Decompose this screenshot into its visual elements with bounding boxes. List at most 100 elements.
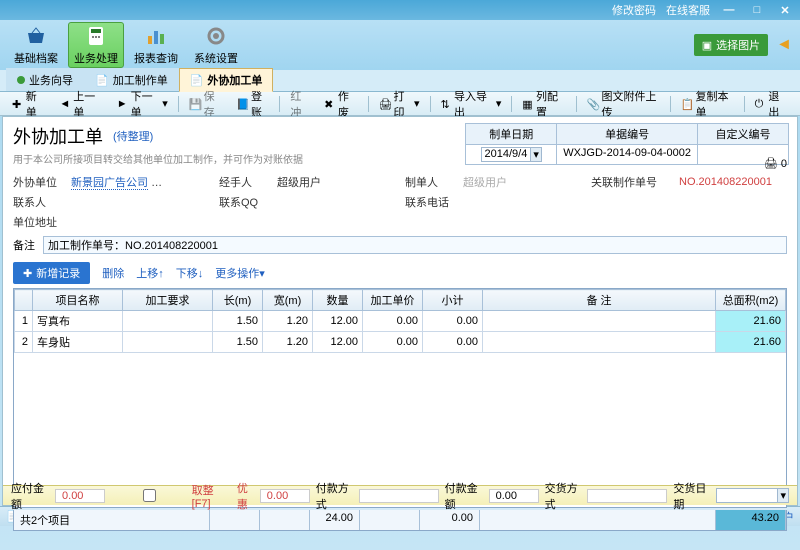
discount-value[interactable]: 0.00 (260, 489, 310, 503)
image-icon: ▣ (702, 39, 712, 52)
cols-icon: ▦ (522, 98, 533, 110)
col-area[interactable]: 总面积(m2) (716, 290, 786, 311)
barchart-icon (144, 24, 168, 48)
change-password-link[interactable]: 修改密码 (612, 2, 656, 18)
announce-icon[interactable]: ◄ (776, 36, 792, 54)
col-req[interactable]: 加工要求 (123, 290, 213, 311)
calculator-icon (84, 24, 108, 48)
col-index[interactable] (15, 290, 33, 311)
col-memo[interactable]: 备 注 (483, 290, 716, 311)
exit-icon: ⏻ (755, 98, 766, 110)
ribbon-report[interactable]: 报表查询 (128, 22, 184, 68)
io-icon: ⇅ (440, 98, 451, 110)
paymode-label: 付款方式 (316, 480, 355, 512)
sum-area: 43.20 (716, 510, 786, 530)
memo-input[interactable] (43, 236, 787, 254)
doc-toolbar: ✚新单 ◄上一单 ►下一单▾ 💾保存 📘登账 红冲 ✖作废 🖨打印▾ ⇅导入导出… (0, 92, 800, 116)
vendor-label: 外协单位 (13, 174, 63, 190)
ribbon-business[interactable]: 业务处理 (68, 22, 124, 68)
contact-label: 联系人 (13, 194, 63, 210)
save-icon: 💾 (189, 98, 201, 110)
col-price[interactable]: 加工单价 (363, 290, 423, 311)
maker-value: 超级用户 (463, 174, 583, 190)
relno-label: 关联制作单号 (591, 174, 671, 190)
maker-label: 制单人 (405, 174, 455, 190)
book-icon: 📘 (236, 98, 248, 110)
qq-label: 联系QQ (219, 194, 269, 210)
move-down-link[interactable]: 下移↓ (176, 265, 204, 281)
date-label: 制单日期 (466, 124, 556, 145)
customno-label: 自定义编号 (698, 124, 788, 145)
table-row[interactable]: 1写真布1.501.2012.000.000.0021.60 (15, 311, 786, 332)
arrow-right-icon: ► (117, 98, 128, 110)
docno-label: 单据编号 (557, 124, 697, 145)
page-title: 外协加工单 (13, 123, 103, 149)
row-count: 共2个项目 (14, 510, 210, 530)
address-label: 单位地址 (13, 214, 63, 230)
ribbon-settings[interactable]: 系统设置 (188, 22, 244, 68)
col-width[interactable]: 宽(m) (263, 290, 313, 311)
select-image-button[interactable]: ▣选择图片 (694, 34, 768, 56)
round-label[interactable]: 取整[F7] (192, 482, 231, 510)
data-grid[interactable]: 项目名称 加工要求 长(m) 宽(m) 数量 加工单价 小计 备 注 总面积(m… (13, 288, 787, 508)
docno-value: WXJGD-2014-09-04-0002 (557, 145, 697, 161)
header-meta: 制单日期2014/9/4▾ 单据编号WXJGD-2014-09-04-0002 … (466, 123, 789, 165)
grid-toolbar: ✚新增记录 删除 上移↑ 下移↓ 更多操作▾ (3, 256, 797, 286)
printer-icon: 🖨 (764, 157, 778, 170)
handler-value[interactable]: 超级用户 (277, 174, 397, 190)
vendor-value[interactable]: 新景园广告公司 … (71, 174, 211, 190)
ribbon-archive[interactable]: 基础档案 (8, 22, 64, 68)
more-actions-link[interactable]: 更多操作▾ (215, 265, 265, 281)
doc-icon: 📄 (190, 74, 204, 87)
online-service-link[interactable]: 在线客服 (666, 2, 710, 18)
new-icon: ✚ (12, 98, 23, 110)
table-row[interactable]: 2车身贴1.501.2012.000.000.0021.60 (15, 332, 786, 353)
payamt-label: 付款金额 (445, 480, 485, 512)
gear-icon (204, 24, 228, 48)
void-icon: ✖ (324, 98, 335, 110)
ribbon: 基础档案 业务处理 报表查询 系统设置 ▣选择图片 ◄ (0, 20, 800, 70)
dot-icon (17, 76, 25, 84)
ellipsis-icon[interactable]: … (151, 177, 162, 189)
paymode-input[interactable] (359, 489, 439, 503)
document-page: 外协加工单 (待整理) 用于本公司所接项目转交给其他单位加工制作，并可作为对账依… (2, 116, 798, 506)
delivmode-input[interactable] (587, 489, 667, 503)
date-picker[interactable]: 2014/9/4▾ (481, 147, 542, 162)
doc-icon: 📄 (95, 74, 109, 87)
sum-qty: 24.00 (310, 510, 360, 530)
grid-footer: 共2个项目 24.00 0.00 43.20 (13, 510, 787, 531)
delivmode-label: 交货方式 (545, 480, 584, 512)
header-form: 外协单位 新景园广告公司 … 经手人 超级用户 制单人 超级用户 关联制作单号 … (3, 170, 797, 234)
titlebar: 修改密码 在线客服 — □ ✕ (0, 0, 800, 20)
arrow-left-icon: ◄ (59, 98, 70, 110)
col-subtotal[interactable]: 小计 (423, 290, 483, 311)
totals-bar: 应付金额0.00 取整[F7] 优惠0.00 付款方式 付款金额0.00 交货方… (3, 485, 797, 505)
print-status[interactable]: 🖨0 (764, 157, 787, 170)
sum-subtotal: 0.00 (420, 510, 480, 530)
attach-icon: 📎 (587, 98, 599, 110)
round-checkbox[interactable] (111, 489, 188, 502)
relno-value[interactable]: NO.201408220001 (679, 176, 787, 188)
delete-row-link[interactable]: 删除 (102, 265, 124, 281)
phone-label: 联系电话 (405, 194, 455, 210)
payamt-value[interactable]: 0.00 (489, 489, 539, 503)
move-up-link[interactable]: 上移↑ (136, 265, 164, 281)
add-row-button[interactable]: ✚新增记录 (13, 262, 90, 284)
copy-icon: 📋 (681, 98, 693, 110)
discount-label: 优惠 (237, 480, 256, 512)
basket-icon (24, 24, 48, 48)
maximize-icon[interactable]: □ (748, 3, 766, 17)
minimize-icon[interactable]: — (720, 3, 738, 17)
plus-icon: ✚ (23, 267, 32, 280)
delivdate-label: 交货日期 (673, 480, 712, 512)
memo-label: 备注 (13, 237, 35, 253)
col-length[interactable]: 长(m) (213, 290, 263, 311)
handler-label: 经手人 (219, 174, 269, 190)
tidy-link[interactable]: (待整理) (113, 128, 153, 144)
delivdate-picker[interactable]: ▾ (716, 488, 789, 503)
close-icon[interactable]: ✕ (776, 3, 794, 17)
col-qty[interactable]: 数量 (313, 290, 363, 311)
col-name[interactable]: 项目名称 (33, 290, 123, 311)
payable-label: 应付金额 (11, 480, 51, 512)
print-icon: 🖨 (378, 98, 390, 110)
